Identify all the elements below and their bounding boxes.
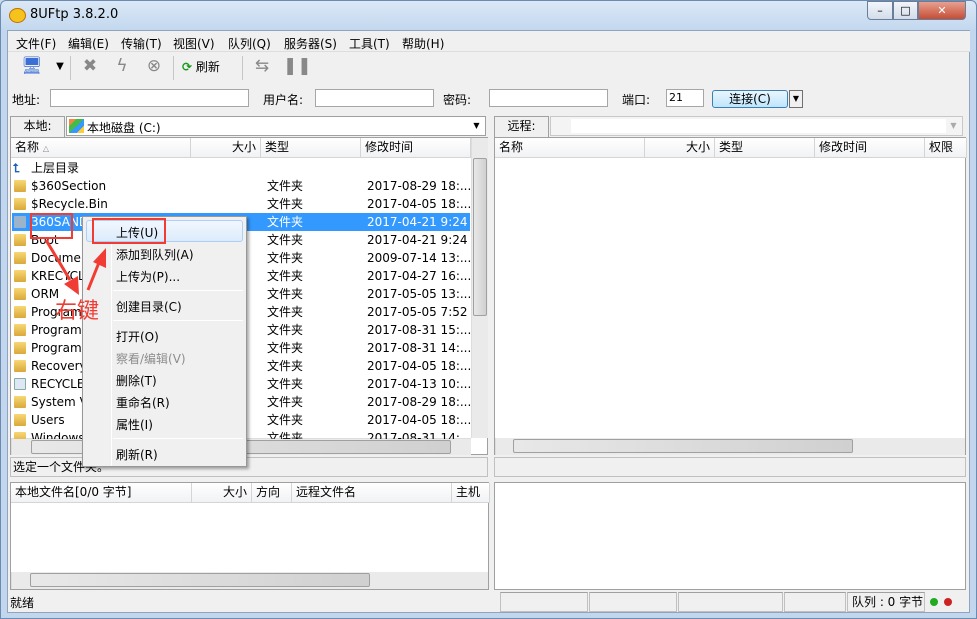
annotation-right-click-text: 右键 (55, 299, 100, 324)
annotation-arrows (44, 239, 106, 295)
